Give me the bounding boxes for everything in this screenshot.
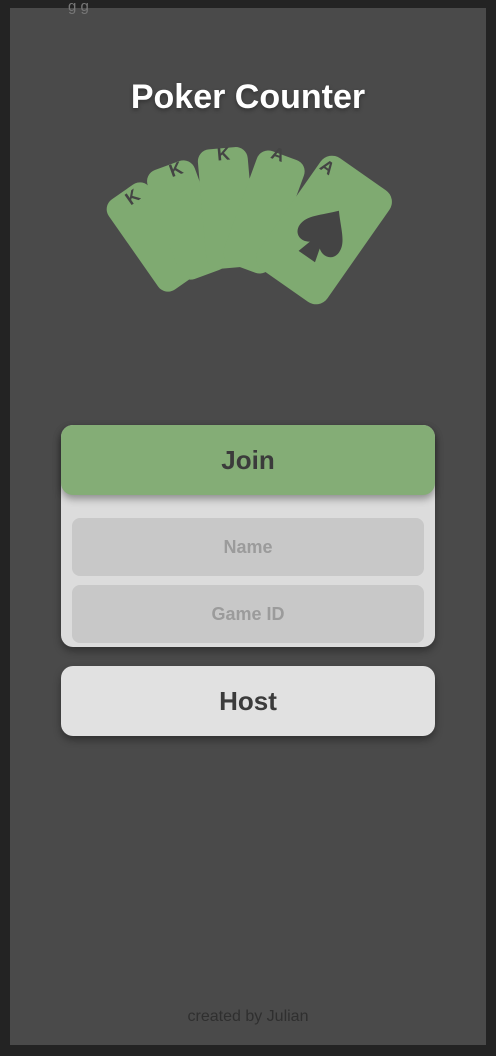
- playing-cards-fan-icon: K K K A A: [106, 143, 392, 305]
- page-title: Poker Counter: [130, 78, 366, 116]
- join-button[interactable]: Join: [61, 425, 435, 495]
- card-letter: K: [216, 143, 231, 164]
- footer-credit: created by Julian: [187, 1008, 309, 1025]
- name-field[interactable]: [72, 518, 424, 576]
- join-panel: Join: [61, 425, 435, 647]
- game-id-field[interactable]: [72, 585, 424, 643]
- cut-off-text: g g: [68, 0, 89, 15]
- host-button[interactable]: Host: [61, 666, 435, 736]
- app-screen: g g Poker Counter K K K A A Join Name Ga…: [10, 0, 486, 1045]
